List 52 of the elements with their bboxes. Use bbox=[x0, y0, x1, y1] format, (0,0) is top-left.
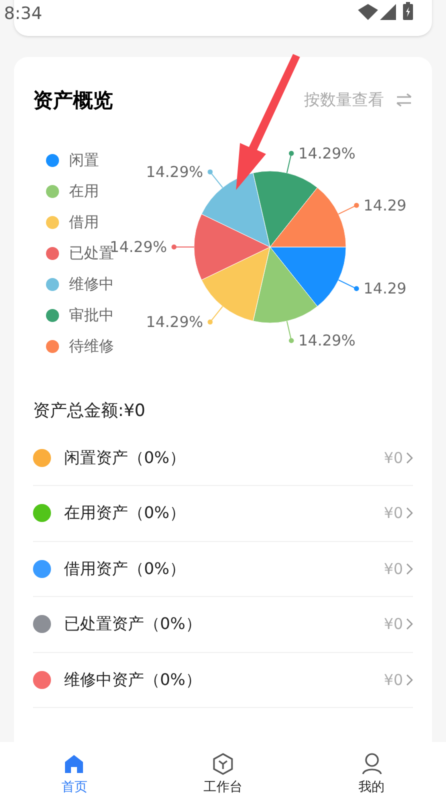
legend-label[interactable]: 审批中 bbox=[69, 304, 114, 326]
chevron-right-icon bbox=[406, 562, 413, 575]
card-title: 资产概览 bbox=[33, 87, 113, 114]
nav-tab[interactable]: 工作台 bbox=[148, 742, 298, 801]
asset-label: 在用资产（0%） bbox=[64, 502, 186, 524]
asset-label: 已处置资产（0%） bbox=[64, 613, 202, 636]
asset-amount: ¥0 bbox=[384, 448, 403, 468]
leader-line bbox=[208, 169, 224, 188]
legend-label[interactable]: 维修中 bbox=[69, 272, 114, 296]
asset-row[interactable]: 已处置资产（0%） ¥0 bbox=[33, 597, 413, 652]
asset-label: 借用资产（0%） bbox=[64, 558, 186, 580]
signal-icon bbox=[380, 4, 396, 20]
nav-tab[interactable]: 首页 bbox=[0, 742, 149, 801]
chevron-right-icon bbox=[406, 452, 413, 464]
asset-row[interactable]: 闲置资产（0%） ¥0 bbox=[33, 430, 413, 486]
leader-line bbox=[286, 150, 294, 174]
chevron-right-icon bbox=[406, 674, 413, 686]
asset-label: 闲置资产（0%） bbox=[64, 446, 186, 469]
leader-line bbox=[338, 202, 359, 215]
data-label: 14.29% bbox=[146, 313, 204, 332]
asset-amount: ¥0 bbox=[384, 558, 403, 580]
asset-row[interactable]: 在用资产（0%） ¥0 bbox=[33, 486, 413, 542]
asset-amount: ¥0 bbox=[384, 614, 403, 635]
legend-label[interactable]: 在用 bbox=[69, 180, 99, 202]
asset-row[interactable]: 借用资产（0%） ¥0 bbox=[33, 542, 413, 597]
leader-line bbox=[338, 279, 359, 292]
nav-tab[interactable]: 我的 bbox=[297, 742, 446, 801]
battery-icon bbox=[403, 2, 413, 20]
total-amount: 资产总金额:¥0 bbox=[33, 400, 146, 423]
legend-label[interactable]: 借用 bbox=[69, 210, 99, 234]
legend-label[interactable]: 待维修 bbox=[69, 334, 114, 358]
data-label: 14.29 bbox=[364, 280, 406, 298]
data-label: 14.29% bbox=[146, 162, 204, 181]
cube-icon bbox=[211, 752, 235, 776]
leader-line bbox=[172, 244, 194, 250]
data-label: 14.29% bbox=[110, 238, 167, 256]
asset-amount: ¥0 bbox=[384, 503, 403, 524]
leader-line bbox=[208, 306, 224, 325]
wifi-icon bbox=[358, 4, 378, 20]
chevron-right-icon bbox=[406, 618, 413, 630]
swap-icon[interactable] bbox=[396, 93, 412, 107]
data-label: 14.29% bbox=[298, 332, 356, 350]
person-icon bbox=[360, 752, 384, 776]
status-time: 8:34 bbox=[4, 3, 42, 26]
leader-line bbox=[286, 320, 294, 344]
asset-label: 维修中资产（0%） bbox=[64, 668, 202, 691]
chevron-right-icon bbox=[406, 507, 413, 520]
asset-row[interactable]: 维修中资产（0%） ¥0 bbox=[33, 652, 413, 708]
legend-label[interactable]: 闲置 bbox=[69, 148, 99, 172]
asset-amount: ¥0 bbox=[384, 670, 403, 690]
data-label: 14.29% bbox=[298, 144, 356, 162]
data-label: 14.29 bbox=[364, 196, 406, 214]
